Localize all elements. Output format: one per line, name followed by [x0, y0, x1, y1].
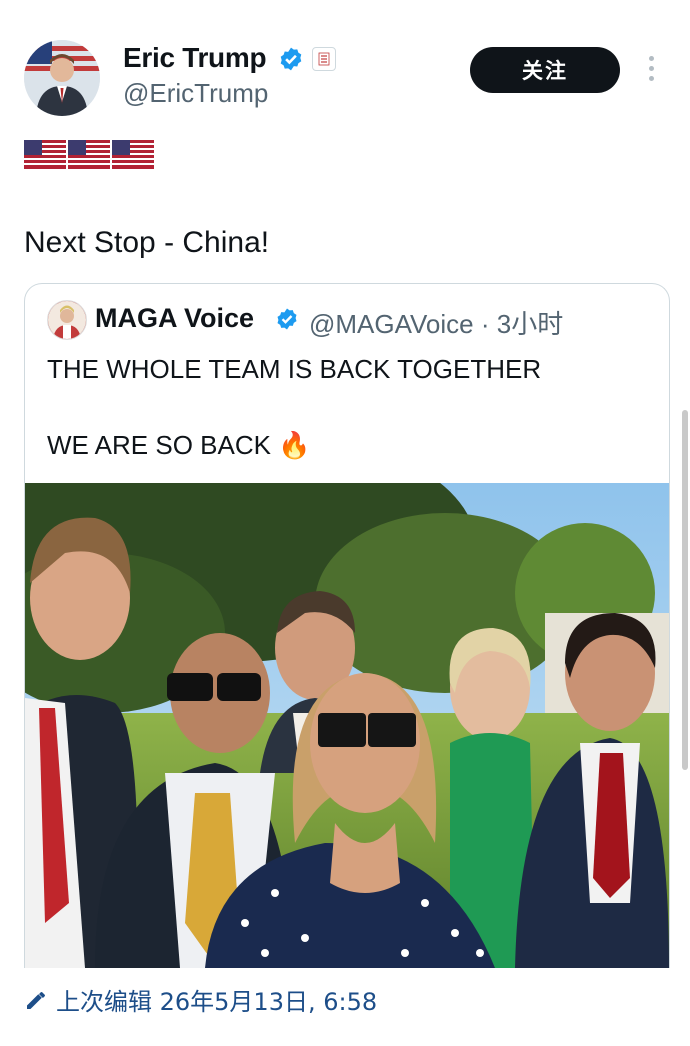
avatar-image [24, 40, 100, 116]
quoted-tweet[interactable]: MAGA Voice @MAGAVoice · 3小时 THE WHOLE TE… [24, 283, 670, 968]
verified-icon [277, 308, 297, 330]
author-avatar[interactable] [24, 40, 100, 116]
us-flag-icon [112, 140, 154, 169]
affiliation-icon[interactable] [312, 47, 336, 71]
more-icon[interactable] [642, 56, 660, 84]
quoted-avatar[interactable] [47, 300, 87, 340]
author-handle[interactable]: @EricTrump [123, 78, 268, 109]
scrollbar[interactable] [682, 410, 688, 770]
edited-label: 上次编辑 26年5月13日, 6:58 [56, 988, 378, 1016]
us-flag-icon [24, 140, 66, 169]
quoted-display-name[interactable]: MAGA Voice [95, 303, 254, 334]
verified-icon [280, 47, 302, 71]
us-flag-icon [68, 140, 110, 169]
quoted-text-line: WE ARE SO BACK 🔥 [47, 430, 311, 460]
group-selfie-photo[interactable] [25, 483, 669, 968]
edited-timestamp[interactable]: 上次编辑 26年5月13日, 6:58 [24, 982, 377, 1017]
edit-icon [27, 991, 45, 1009]
quoted-handle-time[interactable]: @MAGAVoice · 3小时 [309, 304, 563, 341]
flag-emojis [24, 140, 156, 169]
author-display-name[interactable]: Eric Trump [123, 42, 267, 74]
quoted-text-line: THE WHOLE TEAM IS BACK TOGETHER [47, 354, 542, 384]
tweet-text: Next Stop - China! [24, 226, 270, 259]
follow-button[interactable]: 关注 [470, 47, 620, 93]
